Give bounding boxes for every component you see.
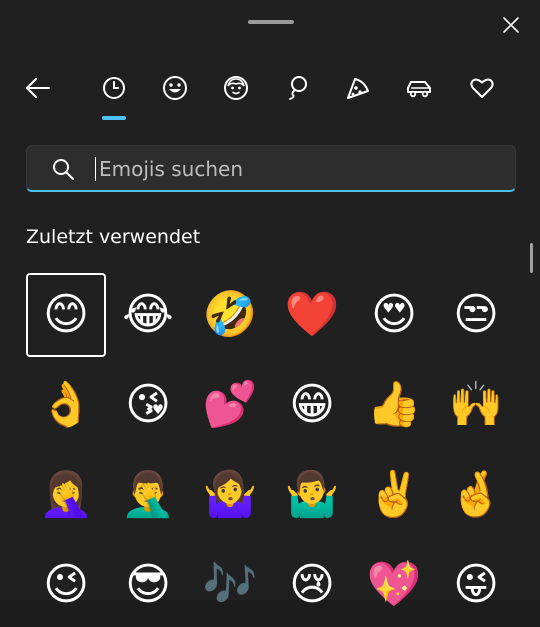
emoji-item[interactable]: ❤️	[272, 273, 352, 357]
heart-icon	[469, 76, 495, 100]
tab-people[interactable]	[214, 66, 258, 110]
emoji-item[interactable]: 🤦‍♂️	[108, 453, 188, 537]
emoji-item[interactable]: 😍	[354, 273, 434, 357]
search-icon	[51, 157, 75, 181]
active-tab-indicator	[102, 116, 126, 120]
emoji-item[interactable]: 🙌	[436, 363, 516, 447]
pizza-icon	[345, 75, 371, 101]
category-nav	[0, 66, 540, 122]
close-icon	[503, 17, 519, 33]
tab-symbols[interactable]	[460, 66, 504, 110]
emoji-item[interactable]: 😘	[108, 363, 188, 447]
emoji-item[interactable]: 🤦‍♀️	[26, 453, 106, 537]
emoji-item[interactable]: 😉	[26, 543, 106, 627]
emoji-item[interactable]: 👌	[26, 363, 106, 447]
drag-handle[interactable]	[248, 20, 294, 24]
emoji-item[interactable]: 😢	[272, 543, 352, 627]
emoji-item[interactable]: 😁	[272, 363, 352, 447]
emoji-picker-panel: Zuletzt verwendet 😊😂🤣❤️😍😒👌😘💕😁👍🙌🤦‍♀️🤦‍♂️🤷…	[0, 0, 540, 607]
tab-nature[interactable]	[275, 66, 319, 110]
emoji-item[interactable]: 💕	[190, 363, 270, 447]
emoji-item[interactable]: 😜	[436, 543, 516, 627]
emoji-item[interactable]: 🤷‍♂️	[272, 453, 352, 537]
emoji-item[interactable]: 👍	[354, 363, 434, 447]
search-input[interactable]	[97, 151, 501, 187]
back-button[interactable]	[16, 66, 60, 110]
balloon-icon	[285, 75, 309, 101]
close-button[interactable]	[492, 6, 530, 44]
search-box[interactable]	[26, 145, 516, 192]
emoji-item[interactable]: 😂	[108, 273, 188, 357]
tab-recent[interactable]	[92, 66, 136, 110]
emoji-item[interactable]: 🎶	[190, 543, 270, 627]
text-caret	[95, 157, 96, 181]
section-title: Zuletzt verwendet	[26, 226, 201, 248]
emoji-item[interactable]: 😒	[436, 273, 516, 357]
car-icon	[405, 77, 433, 99]
smiley-icon	[162, 75, 188, 101]
person-face-icon	[223, 75, 249, 101]
scrollbar-thumb[interactable]	[530, 243, 533, 273]
arrow-left-icon	[25, 77, 51, 99]
emoji-item[interactable]: 🤣	[190, 273, 270, 357]
emoji-item[interactable]: 🤞	[436, 453, 516, 537]
tab-smileys[interactable]	[153, 66, 197, 110]
emoji-item[interactable]: 💖	[354, 543, 434, 627]
emoji-item[interactable]: ✌️	[354, 453, 434, 537]
emoji-item[interactable]: 🤷‍♀️	[190, 453, 270, 537]
emoji-item[interactable]: 😎	[108, 543, 188, 627]
emoji-item[interactable]: 😊	[26, 273, 106, 357]
tab-food[interactable]	[336, 66, 380, 110]
clock-icon	[102, 76, 126, 100]
tab-travel[interactable]	[397, 66, 441, 110]
